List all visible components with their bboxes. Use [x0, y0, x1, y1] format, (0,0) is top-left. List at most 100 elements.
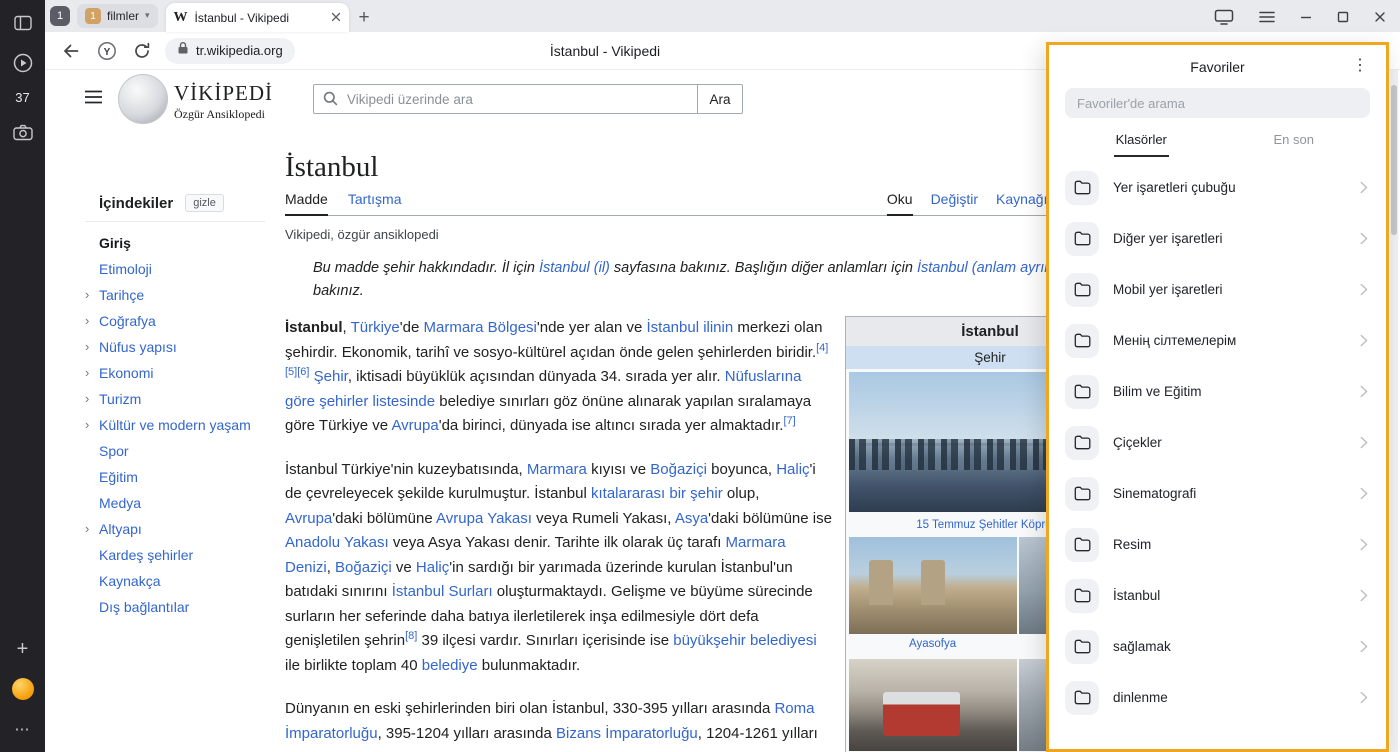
refresh-icon[interactable]: [133, 42, 151, 60]
wiki-link[interactable]: İstanbul (il): [539, 260, 610, 276]
more-options-icon[interactable]: ⋯: [10, 716, 36, 742]
sidebar-toggle-icon[interactable]: [10, 10, 36, 36]
tab-group-collapsed-badge[interactable]: 1: [50, 6, 70, 26]
wiki-link[interactable]: İstanbul ilinin: [646, 319, 733, 336]
toc-item-link[interactable]: Kardeş şehirler: [99, 547, 193, 563]
toc-item-link[interactable]: Kültür ve modern yaşam: [99, 417, 251, 433]
toc-item-link[interactable]: Medya: [99, 495, 141, 511]
wiki-link[interactable]: Boğaziçi: [335, 559, 392, 576]
favorites-tab[interactable]: Klasörler: [1065, 120, 1218, 157]
folder-item[interactable]: İstanbul: [1065, 570, 1370, 621]
toc-expand-icon[interactable]: ›: [85, 308, 97, 334]
wiki-search-input[interactable]: [313, 84, 698, 114]
view-tab[interactable]: Değiştir: [931, 191, 978, 215]
folder-item[interactable]: Diğer yer işaretleri: [1065, 213, 1370, 264]
wiki-link[interactable]: Marmara: [527, 461, 587, 478]
yandex-assistant-icon[interactable]: [10, 676, 36, 702]
folder-item[interactable]: Resim: [1065, 519, 1370, 570]
wiki-link[interactable]: Türkiye: [351, 319, 400, 336]
toc-item-link[interactable]: Kaynakça: [99, 573, 160, 589]
wiki-link[interactable]: Boğaziçi: [650, 461, 707, 478]
page-scrollbar[interactable]: [1390, 70, 1398, 752]
add-panel-icon[interactable]: +: [10, 636, 36, 662]
wiki-link[interactable]: kıtalararası bir şehir: [591, 485, 723, 502]
wikipedia-logo[interactable]: [118, 74, 168, 124]
infobox-ayasofya-image[interactable]: [849, 537, 1017, 634]
toc-expand-icon[interactable]: ›: [85, 334, 97, 360]
wiki-link[interactable]: Asya: [675, 510, 708, 527]
kebab-menu-icon[interactable]: ⋮: [1348, 56, 1372, 76]
wiki-link[interactable]: İstanbul (anlam ayrımı): [917, 260, 1065, 276]
wiki-link[interactable]: Haliç: [776, 461, 809, 478]
wiki-link[interactable]: İstanbul Surları: [392, 583, 493, 600]
screenshot-camera-icon[interactable]: [10, 119, 36, 145]
toc-expand-icon[interactable]: ›: [85, 360, 97, 386]
scrollbar-thumb[interactable]: [1391, 85, 1397, 235]
window-close-icon[interactable]: [1374, 11, 1386, 23]
toc-item-link[interactable]: Altyapı: [99, 521, 142, 537]
browser-menu-icon[interactable]: [1259, 11, 1275, 23]
folder-item[interactable]: Yer işaretleri çubuğu: [1065, 162, 1370, 213]
tab-group-filmler[interactable]: 1 filmler ▾: [77, 4, 158, 28]
namespace-tab[interactable]: Tartışma: [348, 191, 402, 215]
reference-link[interactable]: [7]: [783, 415, 795, 427]
wiki-link[interactable]: Bizans İmparatorluğu: [556, 725, 698, 742]
wiki-link[interactable]: Avrupa: [285, 510, 332, 527]
toc-item-link[interactable]: Eğitim: [99, 469, 138, 485]
wiki-link[interactable]: Marmara Bölgesi: [424, 319, 537, 336]
infobox-tram-image[interactable]: [849, 659, 1017, 751]
toc-expand-icon[interactable]: ›: [85, 516, 97, 542]
tab-close-icon[interactable]: [331, 9, 341, 27]
wiki-search-button[interactable]: Ara: [698, 84, 743, 114]
wiki-link[interactable]: Avrupa Yakası: [436, 510, 532, 527]
active-tab[interactable]: W İstanbul - Vikipedi: [166, 3, 349, 32]
toc-item-link[interactable]: Dış bağlantılar: [99, 599, 189, 615]
toc-item-link[interactable]: Etimoloji: [99, 261, 152, 277]
wiki-link[interactable]: Şehir: [314, 368, 348, 385]
wiki-link[interactable]: Haliç: [416, 559, 449, 576]
back-icon[interactable]: [61, 42, 81, 60]
url-chip[interactable]: tr.wikipedia.org: [165, 38, 295, 64]
wiki-link[interactable]: Anadolu Yakası: [285, 534, 389, 551]
folder-item[interactable]: Менің сілтемелерім: [1065, 315, 1370, 366]
favorites-search-input[interactable]: [1065, 88, 1370, 118]
toc-item-link[interactable]: Spor: [99, 443, 129, 459]
toc-item-link[interactable]: Tarihçe: [99, 287, 144, 303]
tab-count-badge[interactable]: 37: [15, 90, 29, 105]
devices-panel-icon[interactable]: [1214, 9, 1234, 25]
folder-item[interactable]: sağlamak: [1065, 621, 1370, 672]
folder-item[interactable]: dinlenme: [1065, 672, 1370, 723]
toc-item: › Giriş: [85, 230, 265, 256]
wiki-link[interactable]: büyükşehir belediyesi: [673, 632, 816, 649]
toc-hide-button[interactable]: gizle: [185, 194, 224, 212]
wikipedia-wordmark[interactable]: VİKİPEDİ Özgür Ansiklopedi: [174, 81, 273, 122]
toc-item-link[interactable]: Ekonomi: [99, 365, 153, 381]
browser-side-rail: 37 + ⋯: [0, 0, 45, 752]
toc-expand-icon[interactable]: ›: [85, 282, 97, 308]
namespace-tab[interactable]: Madde: [285, 191, 328, 216]
toc-expand-icon[interactable]: ›: [85, 386, 97, 412]
yandex-icon[interactable]: Y: [97, 41, 117, 61]
infobox-caption[interactable]: Ayasofya: [849, 634, 1016, 656]
toc-item-link[interactable]: Nüfus yapısı: [99, 339, 177, 355]
favorites-tab[interactable]: En son: [1218, 120, 1371, 157]
wiki-menu-icon[interactable]: [84, 90, 103, 109]
toc-item-link[interactable]: Giriş: [99, 235, 131, 251]
hatnote: Bu madde şehir hakkındadır. İl için İsta…: [285, 257, 1165, 303]
folder-item[interactable]: Sinematografi: [1065, 468, 1370, 519]
view-tab[interactable]: Oku: [887, 191, 913, 216]
toc-item-link[interactable]: Coğrafya: [99, 313, 156, 329]
folder-item[interactable]: Bilim ve Eğitim: [1065, 366, 1370, 417]
folder-item[interactable]: Çiçekler: [1065, 417, 1370, 468]
reference-link[interactable]: [8]: [405, 630, 417, 642]
new-tab-button[interactable]: +: [359, 8, 370, 27]
folder-icon: [1065, 630, 1099, 664]
window-minimize-icon[interactable]: [1300, 11, 1312, 23]
wiki-link[interactable]: belediye: [422, 657, 478, 674]
toc-item-link[interactable]: Turizm: [99, 391, 141, 407]
toc-expand-icon[interactable]: ›: [85, 412, 97, 438]
wiki-link[interactable]: Avrupa: [391, 417, 438, 434]
video-play-icon[interactable]: [10, 50, 36, 76]
window-maximize-icon[interactable]: [1337, 11, 1349, 23]
folder-item[interactable]: Mobil yer işaretleri: [1065, 264, 1370, 315]
